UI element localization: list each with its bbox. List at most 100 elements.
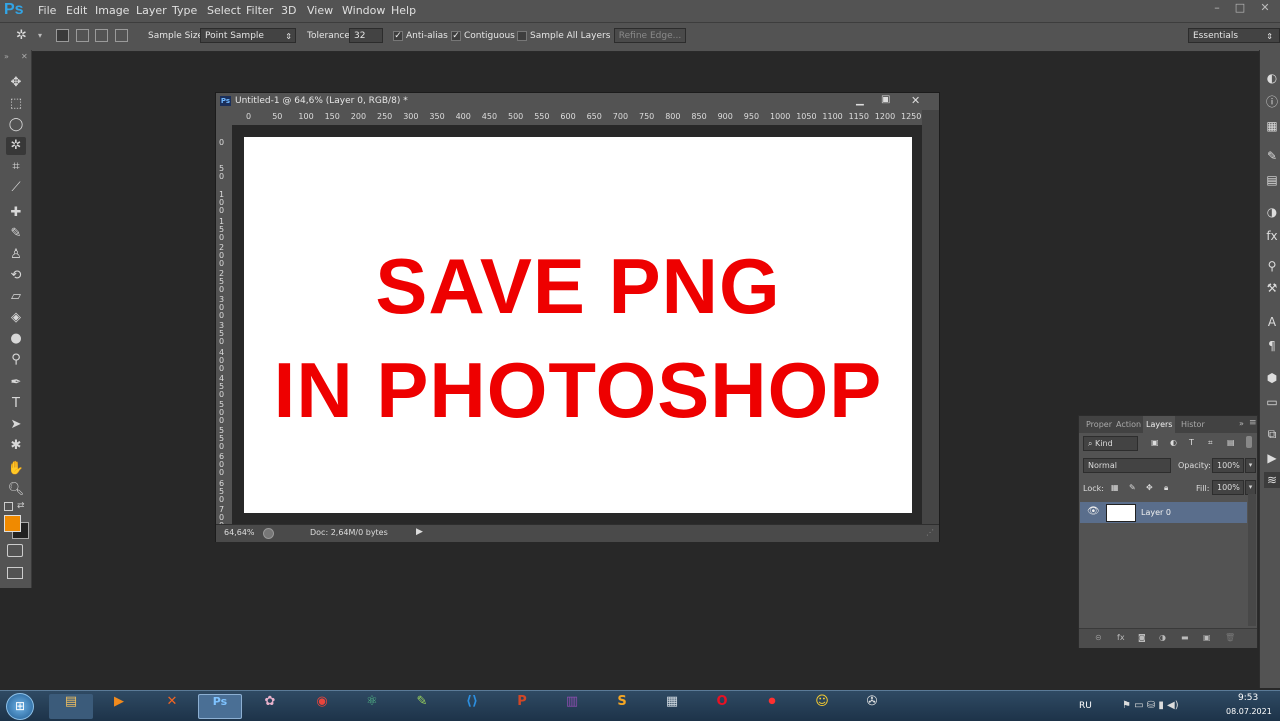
panel-menu-icon[interactable]: ≡ (1249, 418, 1257, 428)
marquee-tool-icon[interactable]: ⬚ (6, 95, 26, 113)
opacity-input[interactable]: 100% (1212, 458, 1244, 473)
eye-visibility-icon[interactable]: 👁︎ (1087, 506, 1100, 517)
refine-edge-button[interactable]: Refine Edge... (614, 28, 686, 43)
move-tool-icon[interactable]: ✥ (6, 74, 26, 92)
menu-type[interactable]: Type (172, 4, 197, 17)
doc-minimize-button[interactable]: ▁ (856, 95, 864, 106)
filter-toggle-switch[interactable] (1246, 436, 1252, 448)
minimize-button[interactable]: – (1208, 2, 1226, 14)
maximize-button[interactable]: □ (1231, 2, 1249, 14)
fill-dropdown-icon[interactable]: ▾ (1245, 480, 1256, 495)
default-colors-icon[interactable] (4, 502, 13, 511)
character-panel-icon[interactable]: A (1264, 314, 1280, 330)
notepad-plus-icon[interactable]: ✎ (400, 694, 444, 719)
contiguous-checkbox[interactable]: ✓ (451, 31, 461, 41)
calculator-icon[interactable]: ▦ (650, 694, 694, 719)
layers-panel-icon[interactable]: ≋ (1264, 472, 1280, 488)
lock-all-icon[interactable]: 🔒︎ (1164, 483, 1168, 493)
close-toolbar-icon[interactable]: ✕ (21, 52, 28, 61)
fill-input[interactable]: 100% (1212, 480, 1244, 495)
language-indicator[interactable]: RU (1079, 701, 1092, 711)
link-layers-icon[interactable]: ⊝ (1095, 633, 1102, 642)
clock-date[interactable]: 08.07.2021 (1226, 707, 1272, 716)
brush-panel-icon[interactable]: ✎ (1264, 148, 1280, 164)
quick-mask-icon[interactable] (7, 544, 23, 557)
play-panel-icon[interactable]: ▶ (1264, 450, 1280, 466)
menu-filter[interactable]: Filter (246, 4, 273, 17)
menu-3d[interactable]: 3D (281, 4, 296, 17)
tab-actions[interactable]: Action (1113, 416, 1144, 433)
lock-transparency-icon[interactable]: ▦ (1111, 483, 1119, 492)
filter-pixel-icon[interactable]: ▣ (1151, 438, 1159, 447)
close-button[interactable]: ✕ (1256, 2, 1274, 14)
sharing-icon[interactable] (263, 528, 274, 539)
magic-wand-tool-icon[interactable]: ✲ (6, 137, 26, 155)
clone-panel-icon[interactable]: ▤ (1264, 172, 1280, 188)
paragraph-panel-icon[interactable]: ¶ (1264, 338, 1280, 354)
tab-layers[interactable]: Layers (1143, 416, 1176, 433)
swatches-panel-icon[interactable]: ▦ (1264, 118, 1280, 134)
menu-select[interactable]: Select (207, 4, 241, 17)
lock-pixels-icon[interactable]: ✎ (1129, 483, 1136, 492)
blur-tool-icon[interactable]: ● (6, 330, 26, 348)
doc-close-button[interactable]: ✕ (911, 94, 920, 107)
lock-position-icon[interactable]: ✥ (1146, 483, 1153, 492)
tab-properties[interactable]: Proper (1083, 416, 1115, 433)
intersect-selection-button[interactable] (115, 29, 128, 42)
lasso-tool-icon[interactable]: ◯ (6, 116, 26, 134)
explorer-icon[interactable]: ▤ (49, 694, 93, 719)
sublime-icon[interactable]: S (600, 694, 644, 719)
eyedropper-tool-icon[interactable]: ⟋ (6, 179, 26, 197)
tolerance-input[interactable]: 32 (349, 28, 383, 43)
type-tool-icon[interactable]: T (6, 395, 26, 413)
menu-layer[interactable]: Layer (136, 4, 167, 17)
pen-tool-icon[interactable]: ✒ (6, 374, 26, 392)
sample-all-layers-checkbox[interactable] (517, 31, 527, 41)
brush-tool-icon[interactable]: ✎ (6, 225, 26, 243)
color-panel-icon[interactable]: ◐ (1264, 70, 1280, 86)
hand-tool-icon[interactable]: ✋ (6, 460, 26, 478)
sample-size-select[interactable]: Point Sample ⇕ (200, 28, 296, 43)
swap-colors-icon[interactable]: ⇄ (17, 501, 25, 511)
magic-wand-icon[interactable]: ✲ (16, 28, 27, 43)
obs-record-icon[interactable]: ⏺ (750, 694, 794, 719)
crop-tool-icon[interactable]: ⌗ (6, 158, 26, 176)
canvas-area[interactable]: SAVE PNG IN PHOTOSHOP (232, 125, 922, 524)
atom-icon[interactable]: ⚛ (350, 694, 394, 719)
adjustments-panel-icon[interactable]: ◑ (1264, 204, 1280, 220)
menu-edit[interactable]: Edit (66, 4, 87, 17)
filter-type-icon[interactable]: T (1189, 438, 1194, 447)
layer-name[interactable]: Layer 0 (1141, 508, 1171, 517)
document-title-bar[interactable]: Ps Untitled-1 @ 64,6% (Layer 0, RGB/8) *… (216, 93, 939, 110)
collapse-toolbar-icon[interactable]: » (4, 52, 9, 61)
clock-time[interactable]: 9:53 (1238, 693, 1258, 703)
canvas[interactable]: SAVE PNG IN PHOTOSHOP (244, 137, 912, 513)
spot-healing-tool-icon[interactable]: ✚ (6, 204, 26, 222)
delete-layer-icon[interactable]: 🗑︎ (1225, 633, 1235, 642)
new-selection-button[interactable] (56, 29, 69, 42)
anti-alias-checkbox[interactable]: ✓ (393, 31, 403, 41)
resize-grip-icon[interactable]: ⋰ (926, 528, 934, 537)
screen-mode-icon[interactable] (7, 567, 23, 579)
opacity-dropdown-icon[interactable]: ▾ (1245, 458, 1256, 473)
tray-icons[interactable]: ⚑ ▭ ⛁ ▮ ◀) (1122, 700, 1179, 711)
opera-icon[interactable]: O (700, 694, 744, 719)
filter-shape-icon[interactable]: ⌗ (1208, 438, 1213, 448)
dodge-tool-icon[interactable]: ⚲ (6, 351, 26, 369)
shape-tool-icon[interactable]: ✱ (6, 437, 26, 455)
doc-maximize-button[interactable]: ▣ (881, 94, 890, 105)
paint-app-icon[interactable]: ✿ (248, 694, 292, 719)
emoji-app-icon[interactable]: ☺ (800, 694, 844, 719)
menu-view[interactable]: View (307, 4, 333, 17)
menu-window[interactable]: Window (342, 4, 385, 17)
history-brush-tool-icon[interactable]: ⟲ (6, 267, 26, 285)
powerpoint-icon[interactable]: P (500, 694, 544, 719)
kind-filter-select[interactable]: ⌕ Kind (1083, 436, 1138, 451)
tab-history[interactable]: Histor (1178, 416, 1208, 433)
layers-scrollbar[interactable] (1248, 494, 1256, 626)
styles-panel-icon[interactable]: fx (1264, 228, 1280, 244)
path-selection-tool-icon[interactable]: ➤ (6, 416, 26, 434)
layer-style-icon[interactable]: fx (1117, 633, 1125, 642)
filter-adjustment-icon[interactable]: ◐ (1170, 438, 1177, 447)
measurement-panel-icon[interactable]: ▭ (1264, 394, 1280, 410)
